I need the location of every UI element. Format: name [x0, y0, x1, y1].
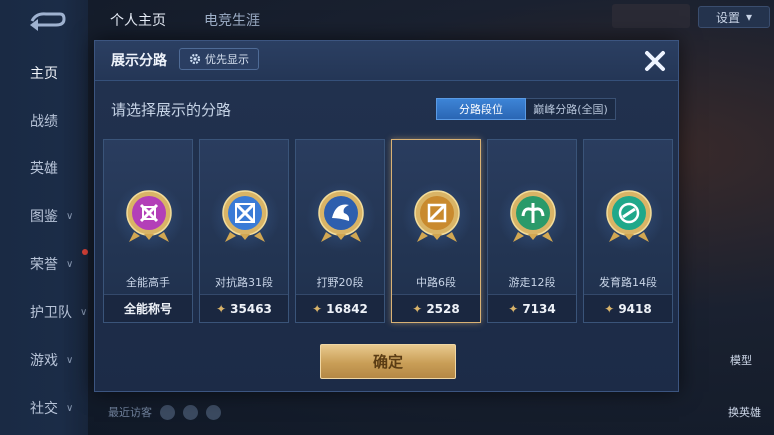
sidebar-item-label: 社交	[30, 401, 58, 417]
sidebar-item-label: 护卫队	[30, 305, 72, 321]
lane-card-score: ✦ 35463	[200, 294, 288, 322]
lane-card[interactable]: 中路6段 ✦ 2528	[391, 139, 481, 323]
model-button[interactable]: 模型	[730, 352, 752, 368]
priority-display-button[interactable]: 优先显示	[179, 48, 259, 70]
lane-card[interactable]: 发育路14段 ✦ 9418	[583, 139, 673, 323]
lane-card-score: ✦ 16842	[296, 294, 384, 322]
lane-card-name: 中路6段	[416, 276, 456, 289]
sidebar-item-label: 图鉴	[30, 209, 58, 225]
peak-star-icon: ✦	[508, 301, 519, 316]
sidebar-item[interactable]: 战绩	[0, 106, 88, 136]
visitor-avatar[interactable]	[160, 404, 175, 420]
settings-button[interactable]: 设置 ▾	[698, 6, 770, 28]
recent-visitors: 最近访客	[108, 404, 221, 420]
sidebar-item[interactable]: 游戏 ∨	[0, 345, 88, 375]
sidebar-item[interactable]: 荣誉 ∨	[0, 249, 88, 279]
chevron-down-icon: ∨	[80, 306, 88, 318]
lane-card-value: 全能称号	[123, 302, 172, 316]
lane-card-score: ✦ 7134	[488, 294, 576, 322]
lane-card-value: 16842	[326, 301, 368, 316]
lane-card-value: 35463	[230, 301, 272, 316]
lane-card[interactable]: 对抗路31段 ✦ 35463	[199, 139, 289, 323]
jungle-emblem-icon	[316, 188, 366, 244]
close-icon	[645, 51, 665, 71]
select-lane-prompt: 请选择展示的分路	[111, 101, 232, 119]
clash-lane-emblem-icon	[220, 188, 270, 244]
segment-control: 分路段位 巅峰分路(全国)	[436, 98, 616, 120]
lane-display-dialog: 展示分路 优先显示 请选择展示的分路 分路段位 巅峰分路(全国) 全能高手全能称…	[94, 40, 679, 392]
priority-display-label: 优先显示	[205, 53, 249, 66]
confirm-button[interactable]: 确定	[320, 344, 456, 379]
lane-card-name: 游走12段	[508, 276, 556, 289]
chevron-down-icon: ∨	[66, 402, 74, 414]
lane-card-score: ✦ 9418	[584, 294, 672, 322]
recent-label: 最近访客	[108, 406, 152, 419]
tab-esports[interactable]: 电竞生涯	[204, 10, 260, 30]
segment-peak-lane[interactable]: 巅峰分路(全国)	[526, 98, 616, 120]
visitor-avatar[interactable]	[183, 404, 198, 420]
peak-star-icon: ✦	[604, 301, 615, 316]
sidebar-item-label: 战绩	[30, 114, 58, 130]
lane-card[interactable]: 打野20段 ✦ 16842	[295, 139, 385, 323]
farm-lane-emblem-icon	[604, 188, 654, 244]
sidebar-item-label: 荣誉	[30, 257, 58, 273]
dialog-title: 展示分路	[111, 53, 167, 69]
lane-card-value: 9418	[618, 301, 652, 316]
chevron-down-icon: ∨	[66, 354, 74, 366]
sidebar-item-label: 游戏	[30, 353, 58, 369]
lane-card[interactable]: 游走12段 ✦ 7134	[487, 139, 577, 323]
model-label: 模型	[730, 354, 752, 367]
change-hero-label: 换英雄	[728, 406, 761, 419]
peak-star-icon: ✦	[216, 301, 227, 316]
settings-label: 设置	[715, 10, 740, 25]
sidebar-item[interactable]: 社交 ∨	[0, 393, 88, 423]
visitor-avatar[interactable]	[206, 404, 221, 420]
allround-emblem-icon	[124, 188, 174, 244]
lane-card-score: 全能称号	[104, 294, 192, 322]
tab-profile[interactable]: 个人主页	[110, 10, 166, 30]
sidebar-item-label: 英雄	[30, 161, 58, 177]
lane-card-name: 对抗路31段	[215, 276, 273, 289]
close-button[interactable]	[638, 44, 672, 78]
lane-card-name: 打野20段	[316, 276, 364, 289]
back-button[interactable]	[26, 10, 66, 32]
lane-card-value: 7134	[522, 301, 556, 316]
lane-cards: 全能高手 全能称号 对抗路31段 ✦ 35463 打野20段 ✦ 16842 中路6段 ✦ 2528…	[103, 139, 673, 323]
lane-card-value: 2528	[426, 301, 460, 316]
chevron-down-icon: ∨	[66, 258, 74, 270]
chevron-down-icon: ∨	[66, 210, 74, 222]
roam-emblem-icon	[508, 188, 558, 244]
segment-lane-rank[interactable]: 分路段位	[436, 98, 526, 120]
chevron-down-icon: ▾	[745, 10, 753, 24]
sidebar-item[interactable]: 图鉴 ∨	[0, 201, 88, 231]
lane-card-name: 全能高手	[126, 276, 170, 289]
sidebar-item[interactable]: 护卫队 ∨	[0, 297, 88, 327]
peak-star-icon: ✦	[312, 301, 323, 316]
mid-lane-emblem-icon	[412, 188, 462, 244]
notification-dot	[82, 249, 88, 255]
lane-card[interactable]: 全能高手 全能称号	[103, 139, 193, 323]
back-arrow-icon	[30, 12, 66, 31]
lane-card-name: 发育路14段	[599, 276, 657, 289]
sidebar-item[interactable]: 主页	[0, 58, 88, 88]
gear-icon	[189, 53, 201, 65]
dialog-header: 展示分路 优先显示	[95, 41, 678, 81]
lane-card-score: ✦ 2528	[392, 294, 480, 322]
sidebar-item[interactable]: 英雄	[0, 153, 88, 183]
top-badge	[612, 4, 690, 28]
top-tabs: 个人主页 电竞生涯	[110, 10, 260, 30]
sidebar-item-label: 主页	[30, 66, 58, 82]
peak-star-icon: ✦	[412, 301, 423, 316]
change-hero-button[interactable]: 换英雄	[728, 404, 761, 420]
